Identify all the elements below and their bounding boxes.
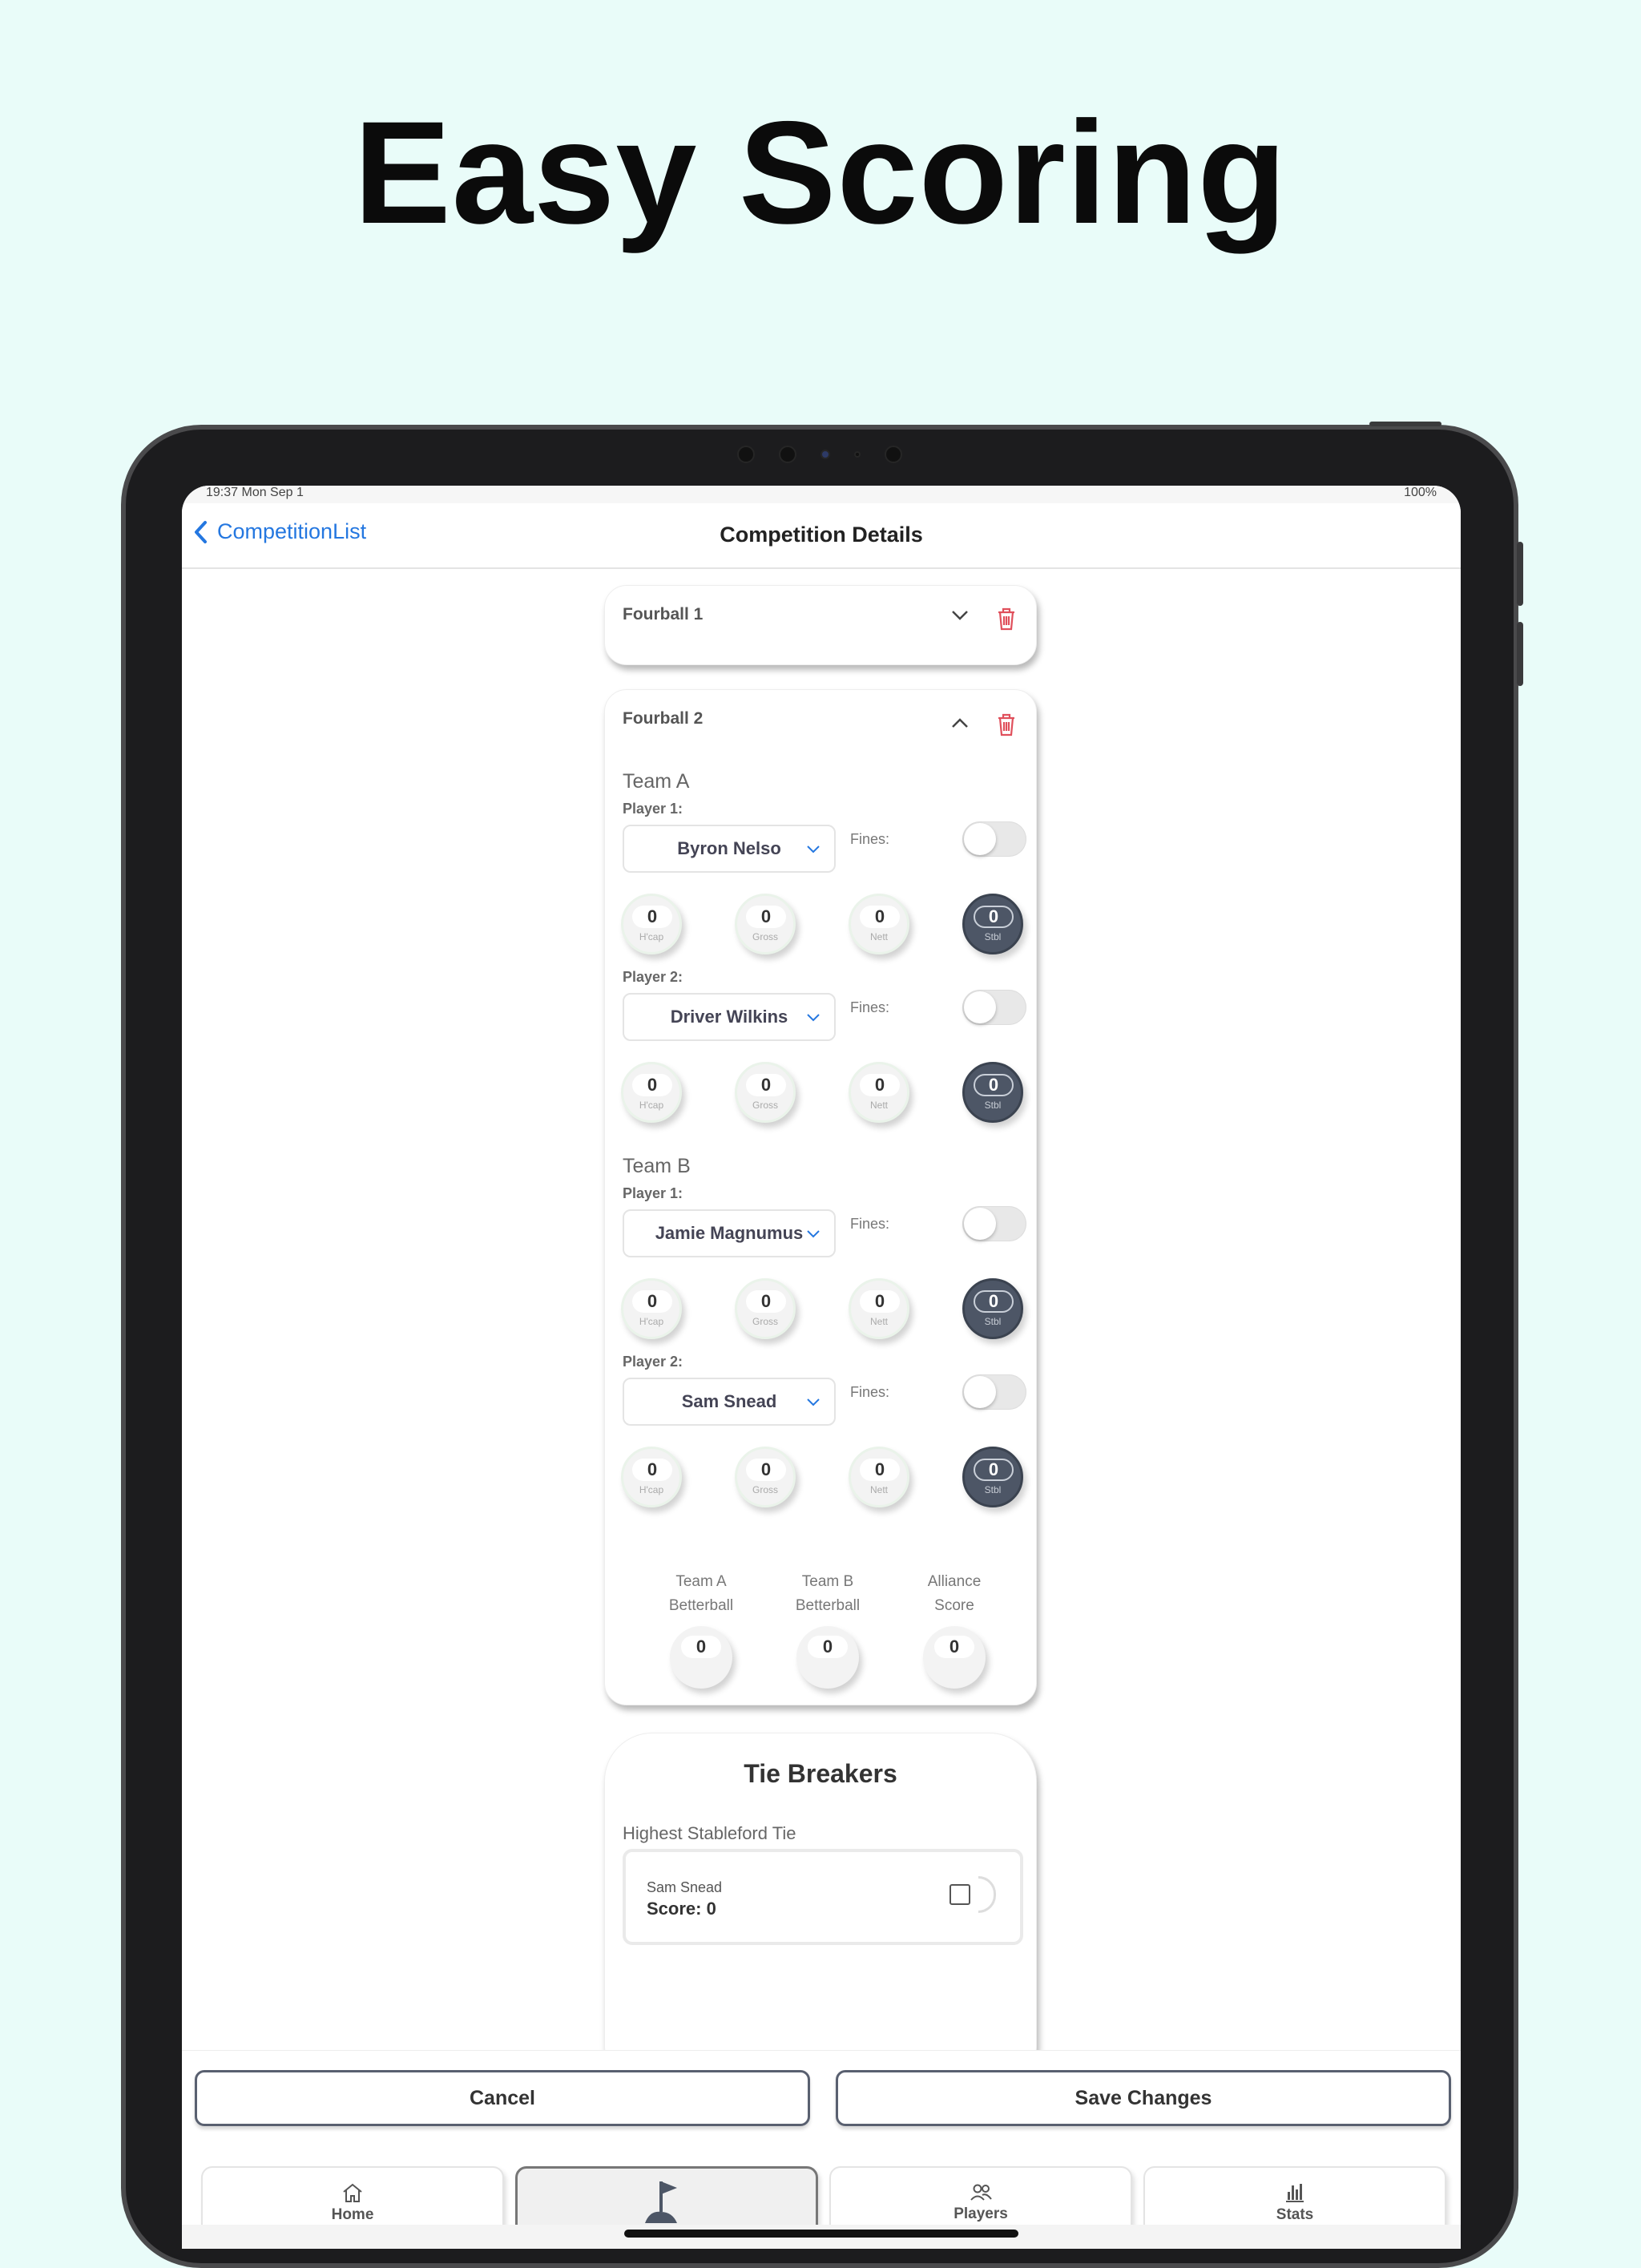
player-select[interactable]: Driver Wilkins xyxy=(623,993,836,1041)
player-name: Jamie Magnumus xyxy=(655,1223,804,1243)
nett-score[interactable]: 0 Nett xyxy=(849,894,909,954)
fourball-1-title: Fourball 1 xyxy=(623,605,704,623)
golf-flag-icon xyxy=(645,2181,677,2223)
tab-label: Players xyxy=(954,2205,1008,2222)
status-battery: 100% xyxy=(1404,486,1437,499)
gross-score[interactable]: 0 Gross xyxy=(735,1062,796,1123)
trash-icon[interactable] xyxy=(996,712,1017,736)
fourball-2-card: Fourball 2 Team A Player 1: Byron Nelso … xyxy=(604,689,1037,1705)
nett-score[interactable]: 0 Nett xyxy=(849,1062,909,1123)
player-name: Driver Wilkins xyxy=(670,1007,788,1027)
headline: Easy Scoring xyxy=(353,91,1288,254)
fines-label: Fines: xyxy=(850,1216,890,1232)
tie-breakers-title: Tie Breakers xyxy=(744,1759,897,1788)
stbl-score[interactable]: 0 Stbl xyxy=(962,1447,1023,1507)
team-a-label: Team A xyxy=(623,770,690,793)
tie-breaker-player: Sam Snead xyxy=(647,1879,723,1895)
home-indicator[interactable] xyxy=(624,2230,1018,2238)
player-select[interactable]: Jamie Magnumus xyxy=(623,1209,836,1257)
tie-breaker-entry: Sam Snead Score: 0 xyxy=(623,1849,1023,1945)
volume-button xyxy=(1517,622,1523,686)
stbl-score[interactable]: 0 Stbl xyxy=(962,894,1023,954)
team-b-label: Team B xyxy=(623,1155,691,1177)
page-title: Competition Details xyxy=(720,523,923,547)
hcap-score[interactable]: 0 H'cap xyxy=(621,1278,682,1339)
tab-label: Home xyxy=(331,2206,374,2223)
nett-score[interactable]: 0 Nett xyxy=(849,1447,909,1507)
player-name: Sam Snead xyxy=(681,1391,777,1411)
fines-toggle[interactable] xyxy=(962,1206,1026,1241)
team-b-betterball-score: 0 xyxy=(796,1626,859,1689)
cancel-button[interactable]: Cancel xyxy=(195,2070,810,2126)
alliance-score-label: Alliance Score xyxy=(927,1573,982,1614)
fines-toggle[interactable] xyxy=(962,1374,1026,1410)
save-changes-button[interactable]: Save Changes xyxy=(836,2070,1451,2126)
player-label: Player 2: xyxy=(623,969,683,985)
app-screen: 19:37 Mon Sep 1 100% CompetitionList Com… xyxy=(182,486,1461,2249)
alliance-score: 0 xyxy=(923,1626,986,1689)
player-select[interactable]: Byron Nelso xyxy=(623,825,836,873)
fines-label: Fines: xyxy=(850,999,890,1015)
players-icon xyxy=(970,2184,992,2201)
player-label: Player 2: xyxy=(623,1354,683,1370)
fines-toggle[interactable] xyxy=(962,821,1026,857)
tie-breakers-subtitle: Highest Stableford Tie xyxy=(623,1823,796,1843)
power-button xyxy=(1369,422,1441,426)
player-select[interactable]: Sam Snead xyxy=(623,1378,836,1426)
player-label: Player 1: xyxy=(623,1185,683,1201)
player-label: Player 1: xyxy=(623,801,683,817)
bottom-bar: Cancel Save Changes Home Players Stats xyxy=(182,2050,1461,2249)
team-a-betterball-label: Team A Betterball xyxy=(668,1573,734,1614)
team-a-betterball-score: 0 xyxy=(670,1626,732,1689)
fines-label: Fines: xyxy=(850,1384,890,1400)
status-bar: 19:37 Mon Sep 1 100% xyxy=(182,486,1461,503)
volume-button xyxy=(1517,542,1523,606)
tie-breakers-card: Tie Breakers Highest Stableford Tie Sam … xyxy=(604,1733,1037,2069)
hcap-score[interactable]: 0 H'cap xyxy=(621,894,682,954)
tie-breaker-score: Score: 0 xyxy=(647,1899,716,1919)
chevron-down-icon xyxy=(807,1398,820,1406)
tie-breaker-checkbox[interactable] xyxy=(950,1884,970,1905)
chevron-down-icon xyxy=(807,1230,820,1238)
decorative-arc xyxy=(978,1876,996,1913)
fourball-2-title: Fourball 2 xyxy=(623,709,704,728)
camera-array xyxy=(737,446,902,463)
fines-label: Fines: xyxy=(850,831,890,847)
chevron-down-icon xyxy=(807,1014,820,1022)
chevron-up-icon[interactable] xyxy=(951,717,969,728)
team-b-betterball-label: Team B Betterball xyxy=(795,1573,861,1614)
player-name: Byron Nelso xyxy=(677,838,781,858)
trash-icon[interactable] xyxy=(996,607,1017,631)
hcap-score[interactable]: 0 H'cap xyxy=(621,1062,682,1123)
chevron-down-icon[interactable] xyxy=(951,610,969,621)
gross-score[interactable]: 0 Gross xyxy=(735,1278,796,1339)
status-time: 19:37 Mon Sep 1 xyxy=(206,486,304,499)
home-icon xyxy=(343,2183,362,2202)
fines-toggle[interactable] xyxy=(962,990,1026,1025)
nett-score[interactable]: 0 Nett xyxy=(849,1278,909,1339)
chevron-down-icon xyxy=(807,845,820,854)
fourball-1-card: Fourball 1 xyxy=(604,585,1037,665)
gross-score[interactable]: 0 Gross xyxy=(735,894,796,954)
stbl-score[interactable]: 0 Stbl xyxy=(962,1278,1023,1339)
ipad-frame: 19:37 Mon Sep 1 100% CompetitionList Com… xyxy=(121,422,1523,2268)
stats-icon xyxy=(1286,2184,1304,2202)
stbl-score[interactable]: 0 Stbl xyxy=(962,1062,1023,1123)
navigation-bar: CompetitionList Competition Details xyxy=(182,503,1461,569)
hcap-score[interactable]: 0 H'cap xyxy=(621,1447,682,1507)
tab-label: Stats xyxy=(1276,2206,1314,2223)
gross-score[interactable]: 0 Gross xyxy=(735,1447,796,1507)
